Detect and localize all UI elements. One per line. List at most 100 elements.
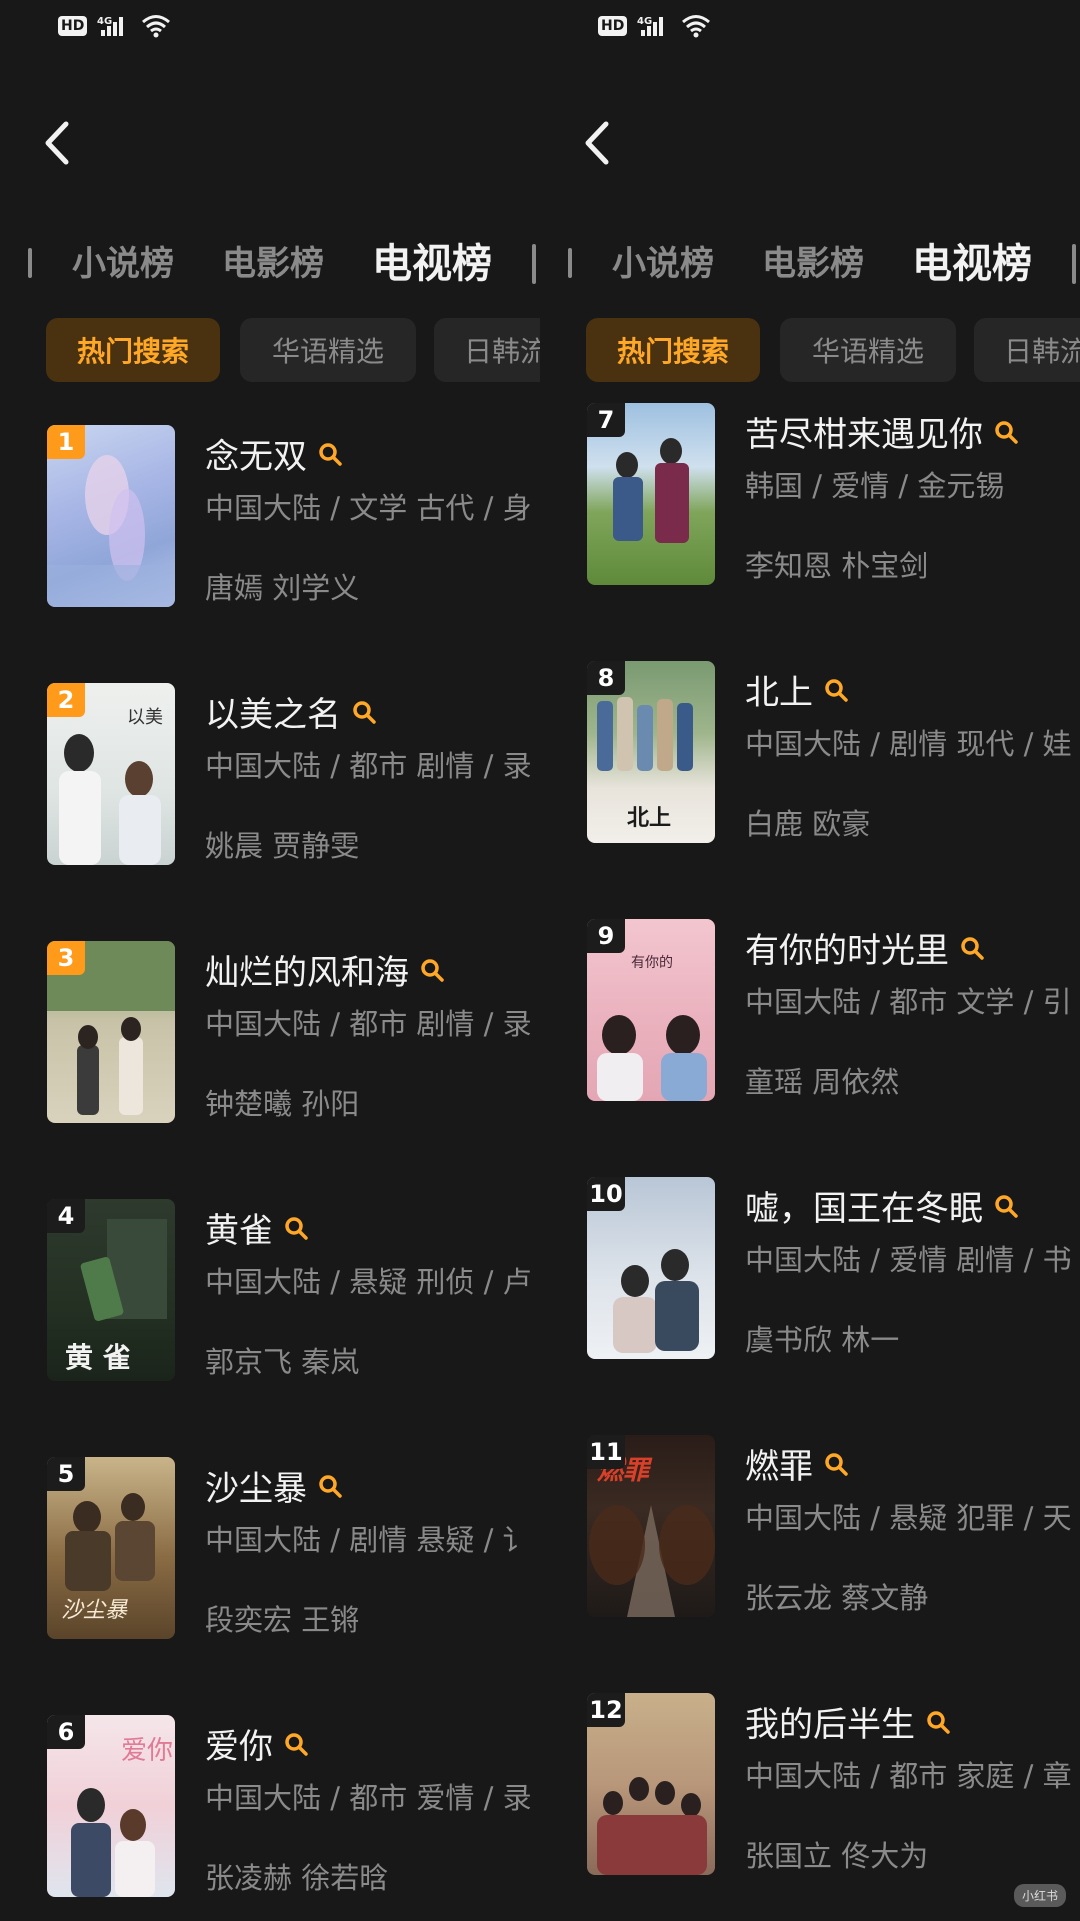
- poster[interactable]: 燃罪 11: [587, 1435, 715, 1617]
- search-icon[interactable]: [925, 1709, 951, 1735]
- item-title[interactable]: 沙尘暴: [205, 1461, 343, 1510]
- wifi-icon: [142, 15, 171, 38]
- rank-tabs: 小说榜 电影榜 电视榜: [0, 236, 540, 292]
- item-title[interactable]: 苦尽柑来遇见你: [745, 407, 1019, 456]
- poster[interactable]: 3: [47, 941, 175, 1123]
- poster[interactable]: 以美 2: [47, 683, 175, 865]
- poster[interactable]: 爱你 6: [47, 1715, 175, 1897]
- rank-badge: 1: [47, 425, 85, 459]
- search-icon[interactable]: [419, 957, 445, 983]
- rank-badge: 7: [587, 403, 625, 437]
- item-meta: 中国大陆 / 都市 爱情 / 录: [205, 1781, 532, 1815]
- svg-text:黄 雀: 黄 雀: [65, 1341, 131, 1374]
- list-item[interactable]: 北上 8 北上 中国大陆 / 剧情 现代 / 娃 白鹿 欧豪: [587, 661, 1080, 843]
- item-title[interactable]: 我的后半生: [745, 1697, 951, 1746]
- tab-movie[interactable]: 电影榜: [222, 236, 324, 285]
- poster[interactable]: 1: [47, 425, 175, 607]
- list-item[interactable]: 10 嘘，国王在冬眠 中国大陆 / 爱情 剧情 / 书 虞书欣 林一: [587, 1177, 1080, 1359]
- search-icon[interactable]: [283, 1215, 309, 1241]
- filter-chips: 热门搜索 华语精选 日韩流: [540, 318, 1080, 382]
- item-title[interactable]: 以美之名: [205, 687, 377, 736]
- search-icon[interactable]: [823, 1451, 849, 1477]
- chip-chinese-picks[interactable]: 华语精选: [780, 318, 956, 382]
- tab-novel[interactable]: 小说榜: [72, 236, 174, 285]
- list-item[interactable]: 1 念无双 中国大陆 / 文学 古代 / 身 唐嫣 刘学义: [47, 425, 540, 607]
- item-meta: 中国大陆 / 都市 剧情 / 录: [205, 1007, 532, 1041]
- title-text: 念无双: [205, 437, 307, 477]
- tab-overflow-right: [532, 244, 536, 284]
- svg-text:以美: 以美: [127, 707, 163, 728]
- item-meta: 中国大陆 / 悬疑 刑侦 / 卢: [205, 1265, 532, 1299]
- search-icon[interactable]: [959, 935, 985, 961]
- item-title[interactable]: 嘘，国王在冬眠: [745, 1181, 1019, 1230]
- list-item[interactable]: 爱你 6 爱你 中国大陆 / 都市 爱情 / 录 张凌赫 徐若晗: [47, 1715, 540, 1897]
- search-icon[interactable]: [317, 1473, 343, 1499]
- title-text: 黄雀: [205, 1211, 273, 1251]
- item-title[interactable]: 黄雀: [205, 1203, 309, 1252]
- title-text: 我的后半生: [745, 1705, 915, 1745]
- search-icon[interactable]: [317, 441, 343, 467]
- item-cast: 张凌赫 徐若晗: [205, 1861, 389, 1895]
- poster[interactable]: 黄 雀 4: [47, 1199, 175, 1381]
- list-item[interactable]: 黄 雀 4 黄雀 中国大陆 / 悬疑 刑侦 / 卢 郭京飞 秦岚: [47, 1199, 540, 1381]
- tab-novel[interactable]: 小说榜: [612, 236, 714, 285]
- signal-icon: 4G: [637, 16, 664, 36]
- item-meta: 中国大陆 / 剧情 现代 / 娃: [745, 727, 1072, 761]
- item-meta: 中国大陆 / 悬疑 犯罪 / 天: [745, 1501, 1072, 1535]
- poster[interactable]: 北上 8: [587, 661, 715, 843]
- tab-movie[interactable]: 电影榜: [762, 236, 864, 285]
- search-icon[interactable]: [993, 419, 1019, 445]
- item-title[interactable]: 爱你: [205, 1719, 309, 1768]
- watermark: 小红书: [1013, 1884, 1066, 1907]
- rank-badge: 5: [47, 1457, 85, 1491]
- chip-jp-kr[interactable]: 日韩流: [434, 318, 540, 382]
- back-arrow-icon[interactable]: [580, 118, 616, 168]
- list-item[interactable]: 有你的 9 有你的时光里 中国大陆 / 都市 文学 / 引 童瑶 周依然: [587, 919, 1080, 1101]
- tab-tv[interactable]: 电视榜: [912, 231, 1032, 289]
- item-title[interactable]: 北上: [745, 665, 849, 714]
- title-text: 嘘，国王在冬眠: [745, 1189, 983, 1229]
- tab-tv[interactable]: 电视榜: [372, 231, 492, 289]
- back-arrow-icon[interactable]: [40, 118, 76, 168]
- list-item[interactable]: 沙尘暴 5 沙尘暴 中国大陆 / 剧情 悬疑 / 讠 段奕宏 王锵: [47, 1457, 540, 1639]
- chip-chinese-picks[interactable]: 华语精选: [240, 318, 416, 382]
- rank-badge: 8: [587, 661, 625, 695]
- item-title[interactable]: 燃罪: [745, 1439, 849, 1488]
- list-item[interactable]: 以美 2 以美之名 中国大陆 / 都市 剧情 / 录 姚晨 贾静雯: [47, 683, 540, 865]
- list-item[interactable]: 12 我的后半生 中国大陆 / 都市 家庭 / 章 张国立 佟大为: [587, 1693, 1080, 1875]
- rank-badge: 3: [47, 941, 85, 975]
- chip-hot-search[interactable]: 热门搜索: [46, 318, 220, 382]
- item-cast: 姚晨 贾静雯: [205, 829, 360, 863]
- title-text: 燃罪: [745, 1447, 813, 1487]
- list-item[interactable]: 3 灿烂的风和海 中国大陆 / 都市 剧情 / 录 钟楚曦 孙阳: [47, 941, 540, 1123]
- item-meta: 中国大陆 / 都市 文学 / 引: [745, 985, 1072, 1019]
- rank-badge: 12: [587, 1693, 625, 1727]
- svg-text:北上: 北上: [627, 806, 671, 831]
- tab-overflow-left: [28, 248, 32, 278]
- search-icon[interactable]: [993, 1193, 1019, 1219]
- rank-badge: 10: [587, 1177, 625, 1211]
- list-item[interactable]: 7 苦尽柑来遇见你 韩国 / 爱情 / 金元锡 李知恩 朴宝剑: [587, 403, 1080, 585]
- right-screen: HD 4G 小说榜 电影榜 电视榜 热门搜索 华语精选 日韩流 7 苦尽柑来遇见…: [540, 0, 1080, 1921]
- poster[interactable]: 有你的 9: [587, 919, 715, 1101]
- poster[interactable]: 沙尘暴 5: [47, 1457, 175, 1639]
- chip-hot-search[interactable]: 热门搜索: [586, 318, 760, 382]
- signal-icon: 4G: [97, 16, 124, 36]
- item-meta: 中国大陆 / 都市 家庭 / 章: [745, 1759, 1072, 1793]
- poster[interactable]: 10: [587, 1177, 715, 1359]
- search-icon[interactable]: [823, 677, 849, 703]
- poster[interactable]: 12: [587, 1693, 715, 1875]
- item-title[interactable]: 念无双: [205, 429, 343, 478]
- item-title[interactable]: 灿烂的风和海: [205, 945, 445, 994]
- rank-badge: 4: [47, 1199, 85, 1233]
- chip-jp-kr[interactable]: 日韩流: [974, 318, 1080, 382]
- hd-badge: HD: [58, 16, 88, 36]
- filter-chips: 热门搜索 华语精选 日韩流: [0, 318, 540, 382]
- poster[interactable]: 7: [587, 403, 715, 585]
- item-cast: 钟楚曦 孙阳: [205, 1087, 360, 1121]
- list-item[interactable]: 燃罪 11 燃罪 中国大陆 / 悬疑 犯罪 / 天 张云龙 蔡文静: [587, 1435, 1080, 1617]
- search-icon[interactable]: [283, 1731, 309, 1757]
- item-meta: 中国大陆 / 爱情 剧情 / 书: [745, 1243, 1072, 1277]
- item-title[interactable]: 有你的时光里: [745, 923, 985, 972]
- search-icon[interactable]: [351, 699, 377, 725]
